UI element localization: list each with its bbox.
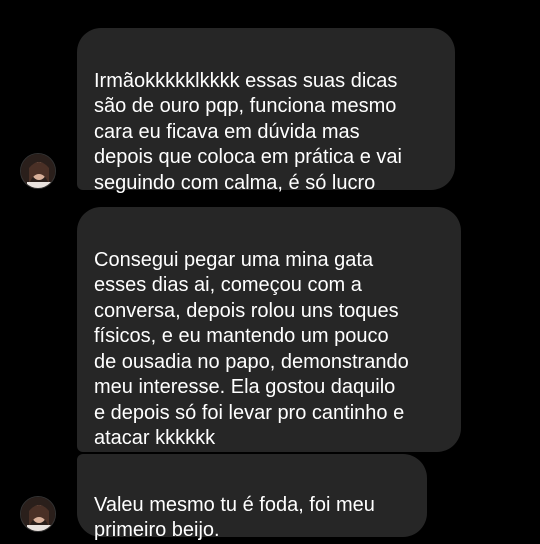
message-text: Irmãokkkkklkkkk essas suas dicas são de … — [94, 69, 402, 194]
sender-avatar[interactable] — [20, 153, 56, 189]
message-bubble[interactable]: Consegui pegar uma mina gata esses dias … — [77, 207, 461, 452]
sender-avatar[interactable] — [20, 496, 56, 532]
message-bubble[interactable]: Irmãokkkkklkkkk essas suas dicas são de … — [77, 28, 455, 194]
avatar-photo-icon — [21, 497, 55, 531]
message-text: Valeu mesmo tu é foda, foi meu primeiro … — [94, 493, 375, 542]
message-text: Consegui pegar uma mina gata esses dias … — [94, 248, 409, 450]
avatar-photo-icon — [21, 154, 55, 188]
chat-thread: Irmãokkkkklkkkk essas suas dicas são de … — [0, 0, 540, 541]
message-bubble[interactable]: Valeu mesmo tu é foda, foi meu primeiro … — [77, 454, 427, 541]
